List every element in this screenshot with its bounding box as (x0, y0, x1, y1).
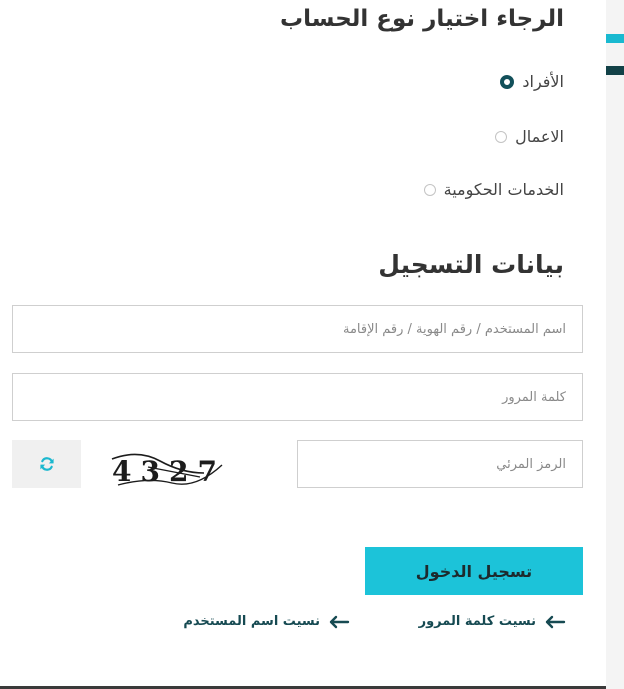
accent-bar (606, 34, 624, 43)
arrow-left-icon (545, 615, 566, 628)
accent-bar-dark (606, 66, 624, 75)
radio-business[interactable]: الاعمال (495, 127, 564, 146)
forgot-password-label: نسيت كلمة المرور (418, 614, 536, 629)
arrow-left-icon (329, 615, 350, 628)
page-gutter (606, 0, 624, 689)
radio-government-label: الخدمات الحكومية (443, 180, 564, 199)
radio-unselected-icon (423, 183, 436, 196)
login-panel: الرجاء اختيار نوع الحساب الأفراد الاعمال… (0, 0, 606, 689)
username-input[interactable] (12, 305, 583, 353)
radio-selected-icon (500, 74, 515, 89)
account-type-heading: الرجاء اختيار نوع الحساب (280, 6, 564, 32)
forgot-password-link[interactable]: نسيت كلمة المرور (419, 614, 566, 629)
login-button[interactable]: تسجيل الدخول (365, 547, 583, 595)
captcha-refresh-button[interactable] (12, 440, 81, 488)
password-input[interactable] (12, 373, 583, 421)
radio-business-label: الاعمال (515, 127, 564, 146)
radio-individuals-label: الأفراد (522, 72, 564, 91)
forgot-username-label: نسيت اسم المستخدم (183, 614, 320, 629)
forgot-username-link[interactable]: نسيت اسم المستخدم (183, 614, 350, 629)
captcha-image: 4327 (111, 453, 223, 488)
captcha-input[interactable] (297, 440, 583, 488)
refresh-icon (39, 457, 54, 471)
radio-individuals[interactable]: الأفراد (500, 72, 564, 91)
radio-government[interactable]: الخدمات الحكومية (423, 180, 564, 199)
registration-heading: بيانات التسجيل (378, 250, 564, 279)
radio-unselected-icon (495, 130, 508, 143)
